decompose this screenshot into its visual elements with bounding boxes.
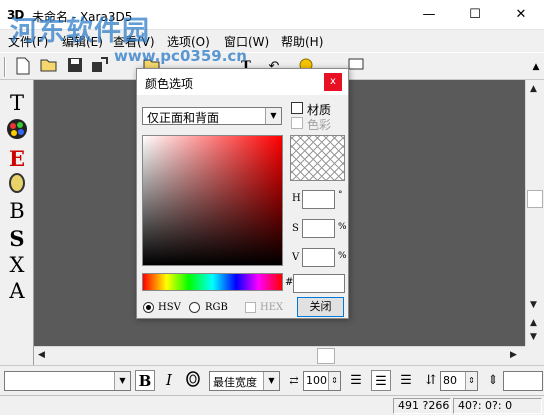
font-select[interactable]: ▼	[4, 371, 131, 391]
save-icon[interactable]	[65, 57, 85, 77]
menu-bar: 文件(F) 编辑(E) 查看(V) 选项(O) 窗口(W) 帮助(H)	[0, 30, 544, 52]
hue-input[interactable]	[302, 190, 335, 209]
rgb-label: RGB	[205, 302, 228, 313]
line-spacing-spinner[interactable]: 80 ⇕	[440, 371, 478, 391]
dialog-close-icon[interactable]: x	[324, 73, 342, 91]
menu-window[interactable]: 窗口(W)	[224, 33, 269, 50]
face-target-value: 仅正面和背面	[147, 111, 220, 125]
close-button[interactable]: ✕	[498, 0, 544, 30]
scroll-left-icon[interactable]: ◀	[38, 350, 45, 360]
window-title: 未命名 - Xara3D5	[32, 10, 133, 24]
width-select-value: 最佳宽度	[213, 376, 257, 389]
horizontal-scroll-thumb[interactable]	[317, 348, 335, 364]
h-label: H	[292, 193, 301, 204]
hex-label: HEX	[260, 302, 284, 313]
outline-button[interactable]	[183, 370, 203, 391]
color-label: 色彩	[307, 118, 332, 132]
menu-file[interactable]: 文件(F)	[8, 33, 48, 50]
menu-options[interactable]: 选项(O)	[167, 33, 210, 50]
align-right-button[interactable]: ☰	[396, 370, 416, 391]
open-icon[interactable]	[39, 57, 59, 77]
status-coordinates: 491 ?266	[393, 398, 451, 414]
toolbar-overflow-icon[interactable]: ▲	[526, 57, 544, 77]
vertical-scrollbar[interactable]: ▲ ▼ ▲ ▼	[525, 80, 544, 346]
scroll-down-icon[interactable]: ▼	[530, 300, 537, 310]
toolbar-separator	[4, 57, 6, 77]
baseline-icon: ⇕	[487, 373, 499, 388]
color-checkbox[interactable]	[291, 117, 303, 129]
hsv-radio[interactable]	[143, 302, 154, 313]
menu-view[interactable]: 查看(V)	[113, 33, 155, 50]
saturation-value-picker[interactable]	[142, 135, 283, 266]
baseline-spinner[interactable]	[503, 371, 543, 391]
align-left-button[interactable]: ☰	[346, 370, 366, 391]
v-unit: %	[338, 251, 347, 261]
saturation-input[interactable]	[302, 219, 335, 238]
color-preview-swatch	[290, 135, 345, 181]
char-spacing-icon: ⇄	[289, 374, 299, 387]
hex-input[interactable]	[293, 274, 345, 293]
color-tool[interactable]	[4, 118, 30, 144]
char-spacing-value: 100	[306, 374, 327, 387]
material-checkbox[interactable]	[291, 102, 303, 114]
menu-help[interactable]: 帮助(H)	[281, 33, 323, 50]
horizontal-scrollbar[interactable]: ◀ ▶	[34, 346, 525, 365]
value-input[interactable]	[302, 248, 335, 267]
maximize-button[interactable]: ☐	[452, 0, 498, 30]
rotate-tool[interactable]: X	[4, 252, 30, 278]
text-tool[interactable]: T	[4, 90, 30, 116]
hex-checkbox[interactable]	[245, 302, 256, 313]
status-bar: 491 ?266 40?: 0?: 0	[0, 395, 544, 415]
align-center-button[interactable]: ☰	[371, 370, 391, 391]
face-target-select[interactable]: 仅正面和背面 ▼	[142, 107, 282, 125]
chevron-down-icon[interactable]: ▼	[263, 372, 279, 390]
vertical-scroll-thumb[interactable]	[527, 190, 543, 208]
dialog-close-button[interactable]: 关闭	[297, 297, 344, 317]
dialog-title-bar: 颜色选项 x	[137, 69, 348, 95]
scroll-page-up-icon[interactable]: ▲	[530, 318, 537, 328]
scroll-page-down-icon[interactable]: ▼	[530, 332, 537, 342]
bevel-tool[interactable]: B	[4, 198, 30, 224]
width-select[interactable]: 最佳宽度 ▼	[209, 371, 280, 391]
export-icon[interactable]	[90, 57, 110, 77]
left-toolbox: T E B S X A	[0, 80, 34, 365]
rgb-radio[interactable]	[189, 302, 200, 313]
text-format-bar: ▼ B I 最佳宽度 ▼ ⇄ 100 ⇕ ☰ ☰ ☰ ⇵ 80 ⇕ ⇕	[0, 365, 544, 395]
color-options-dialog: 颜色选项 x 仅正面和背面 ▼ 材质 色彩 H ° S % V % # HSV …	[136, 68, 349, 319]
line-spacing-icon: ⇵	[425, 373, 437, 388]
shadow-tool[interactable]: S	[4, 226, 30, 252]
app-icon: 3D	[7, 8, 24, 22]
status-time: 40?: 0?: 0	[453, 398, 542, 414]
s-label: S	[292, 223, 299, 234]
menu-edit[interactable]: 编辑(E)	[62, 33, 103, 50]
scroll-right-icon[interactable]: ▶	[510, 350, 517, 360]
spin-icon[interactable]: ⇕	[328, 372, 340, 390]
italic-button[interactable]: I	[159, 370, 179, 391]
chevron-down-icon[interactable]: ▼	[114, 372, 130, 390]
s-unit: %	[338, 222, 347, 232]
minimize-button[interactable]: —	[406, 0, 452, 30]
hue-slider[interactable]	[142, 273, 283, 291]
animation-tool[interactable]: A	[4, 278, 30, 304]
dialog-title: 颜色选项	[145, 77, 194, 91]
chevron-down-icon[interactable]: ▼	[265, 108, 281, 124]
line-spacing-value: 80	[443, 374, 457, 387]
h-unit: °	[338, 190, 343, 200]
scroll-up-icon[interactable]: ▲	[530, 84, 537, 94]
bold-button[interactable]: B	[135, 370, 155, 391]
v-label: V	[292, 252, 300, 263]
hsv-label: HSV	[158, 302, 181, 313]
title-bar: 3D 未命名 - Xara3D5 — ☐ ✕	[0, 0, 544, 30]
new-icon[interactable]	[13, 57, 33, 77]
char-spacing-spinner[interactable]: 100 ⇕	[303, 371, 341, 391]
spin-icon[interactable]: ⇕	[465, 372, 477, 390]
extrude-tool[interactable]: E	[4, 146, 30, 172]
shape-tool[interactable]	[4, 172, 30, 198]
frame-icon[interactable]	[346, 57, 366, 77]
